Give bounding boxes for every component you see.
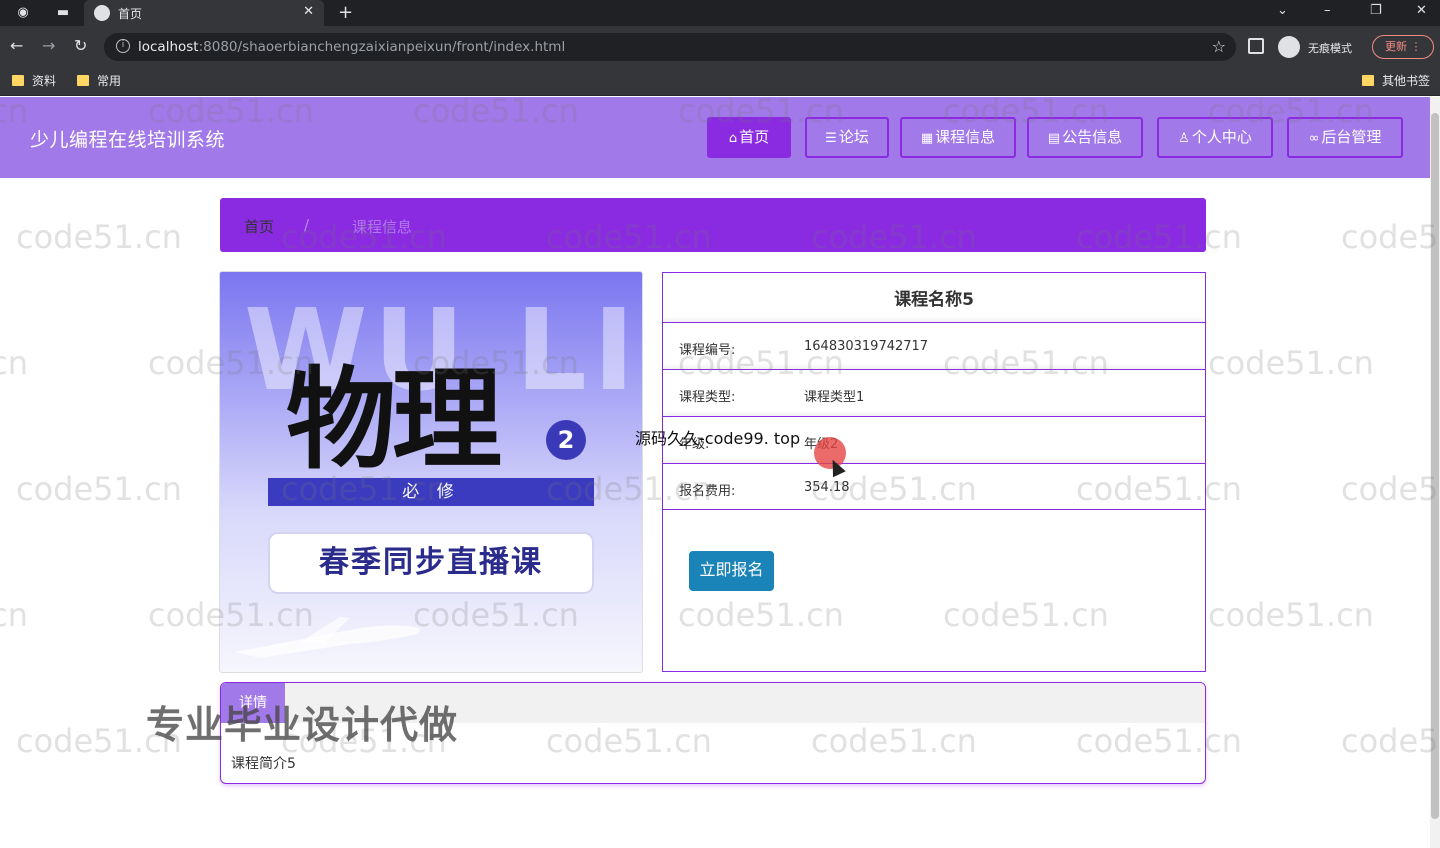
bookmark-folder-1[interactable]: 常用	[77, 72, 121, 89]
forward-icon[interactable]: →	[42, 36, 55, 55]
side-panel-icon[interactable]	[1248, 38, 1264, 54]
field-label: 课程类型:	[679, 390, 736, 405]
browser-globe-icon[interactable]: ◉	[14, 4, 32, 22]
restore-icon[interactable]: ❐	[1370, 3, 1382, 18]
address-bar[interactable]: i localhost:8080/shaoerbianchengzaixianp…	[104, 33, 1236, 61]
browser-tab-home[interactable]: 首页 ✕	[84, 0, 324, 26]
field-value: 课程类型1	[804, 390, 865, 405]
tab-close-icon[interactable]: ✕	[303, 4, 314, 19]
course-cover-image: WU LI 物理 2 必 修 春季同步直播课	[219, 271, 643, 673]
browser-tab-bar: ◉ ▬ 首页 ✕ + ⌄ – ❐ ✕	[0, 0, 1440, 26]
update-button[interactable]: 更新 ⋮	[1372, 35, 1434, 59]
url-text: localhost:8080/shaoerbianchengzaixianpei…	[138, 39, 566, 55]
nav-forum[interactable]: ☰ 论坛	[805, 117, 889, 158]
bookmarks-bar: 资料 常用 其他书签	[0, 66, 1440, 96]
source-overlay-text: 源码久久-code99. top	[635, 429, 801, 448]
watermark: code51.cn	[1208, 344, 1374, 382]
watermark: code5	[1341, 470, 1439, 508]
reload-icon[interactable]: ↻	[74, 36, 87, 55]
site-info-icon[interactable]: i	[116, 39, 130, 53]
watermark: code51.cn	[1208, 596, 1374, 634]
airplane-icon	[235, 617, 420, 658]
bookmark-star-icon[interactable]: ☆	[1212, 37, 1226, 56]
window-icon[interactable]: ▬	[54, 4, 72, 22]
breadcrumb: 首页 / 课程信息	[220, 198, 1206, 252]
nav-home[interactable]: ⌂ 首页	[707, 117, 791, 158]
close-window-icon[interactable]: ✕	[1416, 3, 1427, 18]
forum-icon: ☰	[825, 131, 837, 146]
tab-favicon-icon	[94, 5, 110, 21]
scrollbar-thumb[interactable]	[1431, 113, 1439, 819]
watermark: code5	[1341, 722, 1439, 760]
course-field-row: 课程类型: 课程类型1	[663, 369, 1205, 416]
incognito-label: 无痕模式	[1308, 42, 1352, 55]
home-icon: ⌂	[728, 131, 738, 146]
field-value: 164830319742717	[804, 339, 929, 354]
nav-course-info[interactable]: ▦ 课程信息	[900, 117, 1016, 158]
enroll-button[interactable]: 立即报名	[689, 551, 774, 591]
page-scrollbar[interactable]	[1430, 97, 1440, 848]
notice-icon: ▤	[1047, 131, 1061, 146]
cover-number-badge: 2	[546, 420, 586, 460]
tab-search-icon[interactable]: ⌄	[1277, 3, 1288, 18]
watermark: .cn	[0, 596, 29, 634]
course-icon: ▦	[920, 131, 934, 146]
link-icon: ∞	[1308, 131, 1320, 146]
bookmark-folder-0[interactable]: 资料	[12, 72, 56, 89]
nav-admin[interactable]: ∞ 后台管理	[1287, 117, 1403, 158]
cover-pill: 春季同步直播课	[268, 532, 594, 594]
watermark: code51.cn	[16, 218, 182, 256]
breadcrumb-home[interactable]: 首页	[244, 216, 274, 237]
user-icon: ♙	[1178, 131, 1190, 146]
field-label: 报名费用:	[679, 484, 736, 499]
other-bookmarks[interactable]: 其他书签	[1362, 72, 1430, 89]
watermark: code51.cn	[16, 470, 182, 508]
breadcrumb-separator: /	[304, 216, 310, 234]
course-name: 课程名称5	[894, 290, 974, 310]
course-field-row: 课程编号: 164830319742717	[663, 322, 1205, 369]
minimize-icon[interactable]: –	[1324, 3, 1331, 18]
intro-content: 课程简介5	[231, 756, 296, 772]
course-field-row: 报名费用: 354.18	[663, 463, 1205, 510]
site-title: 少儿编程在线培训系统	[30, 129, 226, 151]
breadcrumb-current: 课程信息	[352, 218, 413, 236]
folder-icon	[12, 75, 24, 86]
field-label: 课程编号:	[679, 343, 736, 358]
tab-title: 首页	[118, 7, 143, 21]
incognito-icon[interactable]	[1278, 36, 1300, 58]
field-value: 354.18	[804, 480, 850, 495]
course-detail-panel: 课程名称5 课程编号: 164830319742717 课程类型: 课程类型1 …	[662, 272, 1206, 672]
cover-title: 物理	[286, 355, 502, 484]
site-header: 少儿编程在线培训系统 ⌂ 首页 ☰ 论坛 ▦ 课程信息 ▤ 公告信息 ♙ 个人中心 ∞ 后台…	[0, 97, 1430, 178]
back-icon[interactable]: ←	[10, 36, 23, 55]
cover-band: 必 修	[268, 478, 594, 506]
nav-personal-center[interactable]: ♙ 个人中心	[1157, 117, 1273, 158]
promo-overlay: 专业毕业设计代做	[146, 703, 459, 747]
watermark: .cn	[0, 344, 29, 382]
new-tab-icon[interactable]: +	[338, 2, 353, 23]
watermark: code5	[1341, 218, 1439, 256]
nav-notice-info[interactable]: ▤ 公告信息	[1027, 117, 1143, 158]
folder-icon	[77, 75, 89, 86]
folder-icon	[1362, 75, 1374, 86]
